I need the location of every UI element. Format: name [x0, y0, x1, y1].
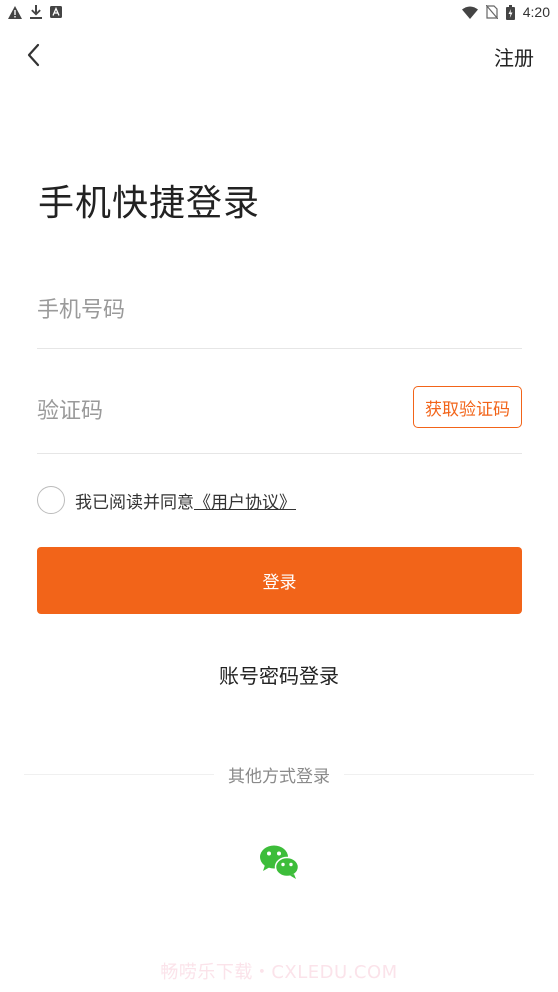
status-right-icons: 4:20: [461, 4, 550, 20]
verification-code-field: 获取验证码: [37, 386, 522, 454]
login-button[interactable]: 登录: [37, 547, 522, 614]
phone-field: [37, 284, 522, 349]
get-code-button[interactable]: 获取验证码: [413, 386, 522, 428]
watermark: 畅唠乐下载・CXLEDU.COM: [160, 962, 398, 983]
no-sim-icon: [485, 5, 498, 19]
divider-line: [344, 773, 534, 775]
agreement-row: 我已阅读并同意 《用户协议》: [37, 484, 296, 516]
chevron-left-icon: [27, 43, 40, 67]
notification-a-icon: [50, 6, 62, 18]
status-left-icons: [8, 5, 62, 19]
battery-icon: [505, 4, 515, 20]
wechat-icon: [260, 845, 300, 879]
page-title: 手机快捷登录: [38, 183, 261, 224]
other-login-label: 其他方式登录: [228, 766, 330, 787]
divider-line: [24, 773, 214, 775]
agreement-text: 我已阅读并同意: [75, 492, 194, 513]
status-bar: 4:20: [0, 0, 558, 24]
password-login-link[interactable]: 账号密码登录: [0, 660, 558, 689]
verification-code-input[interactable]: [37, 390, 377, 432]
wechat-login-button[interactable]: [258, 842, 302, 882]
status-time: 4:20: [522, 4, 550, 20]
wifi-icon: [461, 6, 478, 19]
warning-icon: [8, 5, 22, 19]
user-agreement-link[interactable]: 《用户协议》: [194, 488, 296, 513]
agreement-checkbox[interactable]: [37, 486, 65, 514]
back-button[interactable]: [18, 38, 48, 72]
other-login-divider: 其他方式登录: [24, 762, 534, 787]
phone-input[interactable]: [37, 290, 377, 330]
download-icon: [30, 5, 42, 19]
register-link[interactable]: 注册: [494, 42, 534, 71]
